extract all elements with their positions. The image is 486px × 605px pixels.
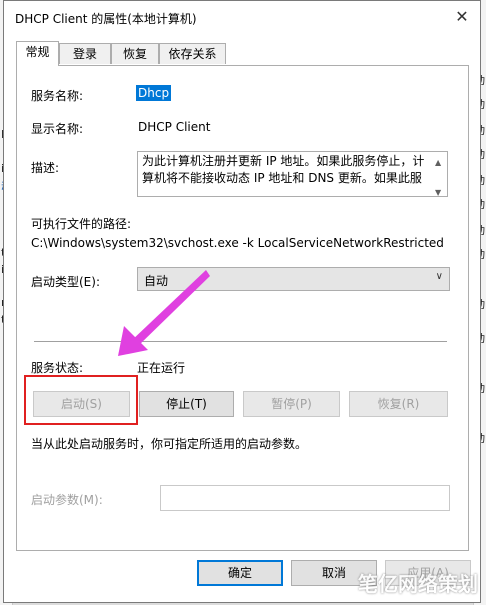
watermark-text: 笔亿网络策划: [358, 572, 478, 596]
pink-arrow-annotation: [118, 270, 210, 356]
arrow-shaft: [130, 270, 210, 348]
tab-general[interactable]: 常规: [16, 41, 59, 66]
